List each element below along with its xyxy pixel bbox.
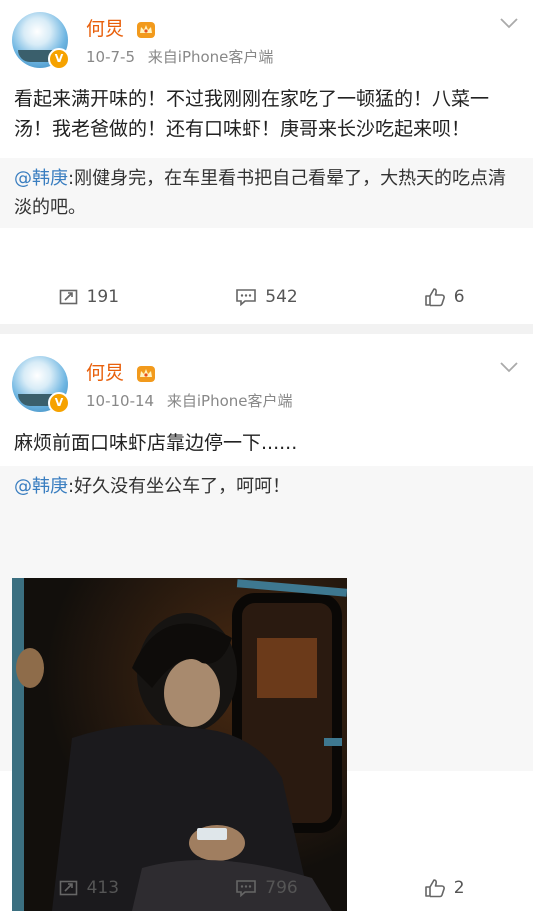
repost-count: 191 — [86, 287, 120, 307]
chevron-down-icon[interactable] — [499, 360, 519, 374]
action-bar: 413 796 2 — [0, 865, 533, 911]
comment-icon — [236, 289, 257, 306]
username-text[interactable]: 何炅 — [86, 362, 124, 384]
thumbs-up-icon — [424, 879, 445, 898]
post-content: 麻烦前面口味虾店靠边停一下...... — [14, 432, 298, 454]
crown-icon — [137, 21, 156, 38]
repost-icon — [59, 880, 77, 896]
repost-count: 413 — [86, 878, 120, 898]
post-header: V 何炅 10-10-14 来自iPhone客户端 — [0, 334, 533, 414]
username-text[interactable]: 何炅 — [86, 18, 124, 40]
post-source: 来自iPhone客户端 — [147, 48, 274, 66]
comment-count: 542 — [265, 287, 298, 307]
mention-link[interactable]: @韩庚 — [14, 476, 68, 497]
crown-icon — [137, 365, 156, 382]
comment-icon — [236, 880, 257, 897]
like-count: 6 — [453, 287, 465, 307]
post-date: 10-10-14 — [86, 392, 155, 410]
avatar[interactable]: V — [12, 12, 70, 70]
like-button[interactable]: 6 — [355, 287, 533, 307]
mention-link[interactable]: @韩庚 — [14, 168, 68, 189]
repost-text: :刚健身完，在车里看书把自己看晕了，大热天的吃点清淡的吧。 — [14, 168, 507, 218]
action-bar: 191 542 6 — [0, 274, 533, 320]
username[interactable]: 何炅 — [86, 14, 156, 41]
post-meta: 10-10-14 来自iPhone客户端 — [86, 390, 293, 411]
username[interactable]: 何炅 — [86, 358, 156, 385]
avatar[interactable]: V — [12, 356, 70, 414]
post-meta: 10-7-5 来自iPhone客户端 — [86, 46, 273, 67]
post-date: 10-7-5 — [86, 48, 135, 66]
verified-v-icon: V — [48, 48, 70, 70]
repost-icon — [59, 289, 77, 305]
comment-button[interactable]: 542 — [178, 287, 356, 307]
post-source: 来自iPhone客户端 — [166, 392, 293, 410]
thumbs-up-icon — [424, 288, 445, 307]
weibo-post: V 何炅 10-7-5 来自iPhone客户端 看起来满开味的！不过我刚刚在家吃… — [0, 0, 533, 324]
repost-button[interactable]: 413 — [0, 878, 178, 898]
like-count: 2 — [453, 878, 465, 898]
repost-photo[interactable] — [12, 578, 347, 911]
like-button[interactable]: 2 — [355, 878, 533, 898]
bus-photo-image — [12, 578, 347, 911]
post-header: V 何炅 10-7-5 来自iPhone客户端 — [0, 0, 533, 72]
post-content: 看起来满开味的！不过我刚刚在家吃了一顿猛的！八菜一汤！我老爸做的！还有口味虾！庚… — [14, 88, 490, 140]
verified-v-icon: V — [48, 392, 70, 414]
repost-text: :好久没有坐公车了，呵呵！ — [68, 476, 291, 497]
comment-count: 796 — [265, 878, 298, 898]
chevron-down-icon[interactable] — [499, 16, 519, 30]
weibo-post: V 何炅 10-10-14 来自iPhone客户端 麻烦前面口味虾店靠边停一下.… — [0, 334, 533, 911]
repost-button[interactable]: 191 — [0, 287, 178, 307]
repost-block[interactable]: @韩庚:刚健身完，在车里看书把自己看晕了，大热天的吃点清淡的吧。 — [0, 158, 533, 228]
comment-button[interactable]: 796 — [178, 878, 356, 898]
